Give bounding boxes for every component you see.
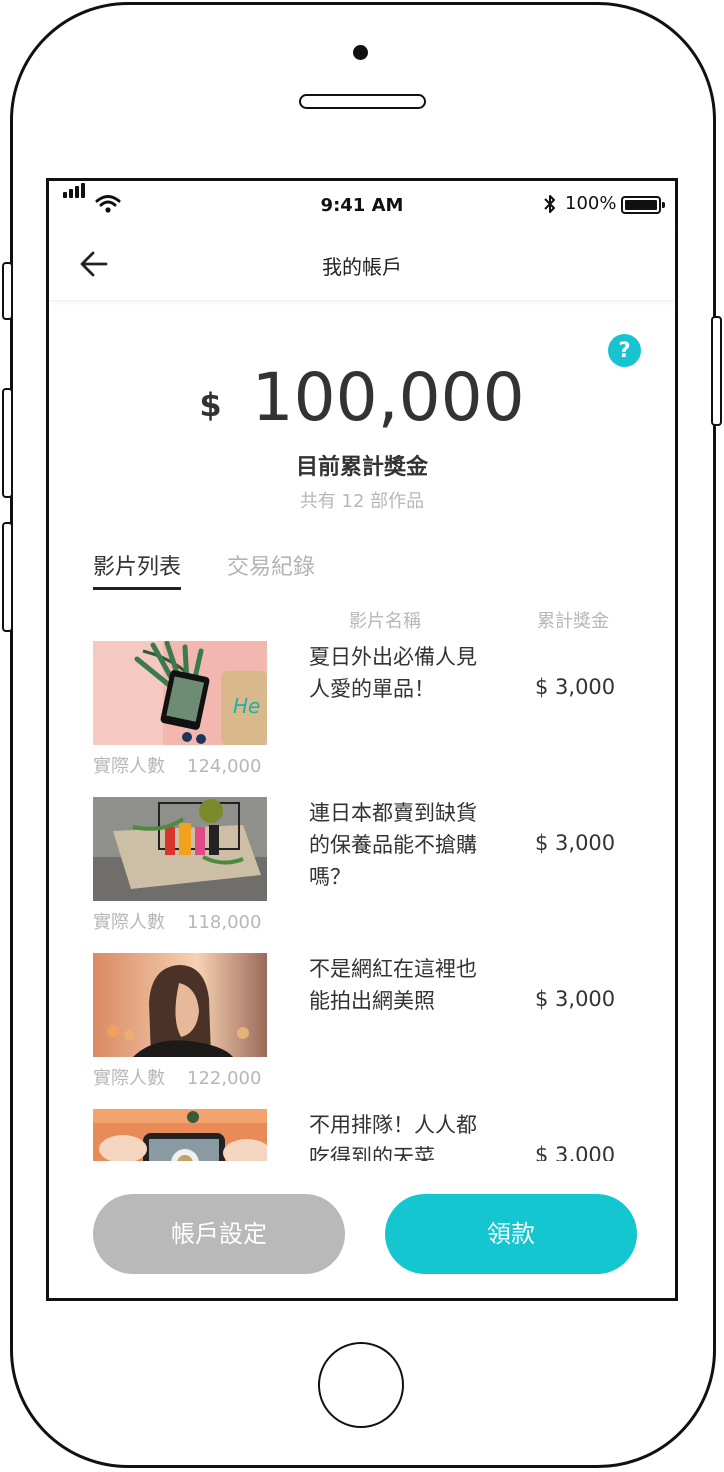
- balance-label: 目前累計獎金: [295, 455, 428, 480]
- battery-tip: [662, 202, 665, 208]
- video-thumbnail[interactable]: He: [93, 641, 267, 745]
- view-count-label: 實際人數: [93, 1068, 165, 1089]
- svg-text:He: He: [233, 694, 260, 718]
- video-title: 不用排隊！人人都吃得到的天菜: [309, 1113, 477, 1161]
- video-bonus: $ 3,000: [535, 987, 616, 1011]
- video-bonus: $ 3,000: [535, 675, 616, 699]
- tab-transactions[interactable]: 交易紀錄: [227, 549, 315, 581]
- volume-down-button: [2, 522, 13, 632]
- volume-up-button: [2, 388, 13, 498]
- status-bar: 9:41 AM 100%: [49, 181, 675, 227]
- video-list: He 實際人數 124,000 夏日外出必備人見人愛的單品！ $ 3,000 實…: [49, 641, 675, 1161]
- video-title: 夏日外出必備人見人愛的單品！: [309, 645, 477, 701]
- front-camera: [353, 45, 368, 60]
- home-button[interactable]: [318, 1342, 404, 1428]
- video-title: 連日本都賣到缺貨的保養品能不搶購嗎？: [309, 801, 477, 889]
- battery-icon: [621, 196, 661, 214]
- view-count-value: 118,000: [187, 912, 262, 933]
- video-bonus: $ 3,000: [535, 1143, 616, 1161]
- withdraw-button[interactable]: 領款: [385, 1194, 637, 1274]
- bluetooth-icon: [544, 195, 555, 213]
- view-count: 實際人數 118,000: [93, 908, 261, 934]
- video-thumbnail[interactable]: [93, 797, 267, 901]
- navigation-bar: 我的帳戶: [49, 227, 675, 301]
- column-header-name: 影片名稱: [349, 611, 421, 632]
- mute-switch: [2, 262, 13, 320]
- view-count-label: 實際人數: [93, 912, 165, 933]
- currency-symbol: $: [199, 386, 222, 424]
- tab-video-list[interactable]: 影片列表: [93, 549, 182, 590]
- list-item[interactable]: He 實際人數 124,000 夏日外出必備人見人愛的單品！ $ 3,000: [49, 641, 675, 797]
- view-count-value: 122,000: [187, 1068, 262, 1089]
- video-thumbnail[interactable]: [93, 1109, 267, 1161]
- list-item[interactable]: 不用排隊！人人都吃得到的天菜 $ 3,000: [49, 1109, 675, 1161]
- view-count: 實際人數 122,000: [93, 1064, 261, 1090]
- balance-display: $100,000: [49, 359, 675, 436]
- list-item[interactable]: 實際人數 122,000 不是網紅在這裡也能拍出網美照 $ 3,000: [49, 953, 675, 1109]
- power-button: [711, 316, 722, 426]
- video-title: 不是網紅在這裡也能拍出網美照: [309, 957, 477, 1013]
- video-thumbnail[interactable]: [93, 953, 267, 1057]
- balance-amount: 100,000: [251, 359, 525, 436]
- view-count-label: 實際人數: [93, 756, 165, 777]
- view-count-value: 124,000: [187, 756, 262, 777]
- video-bonus: $ 3,000: [535, 831, 616, 855]
- earpiece-speaker: [299, 94, 426, 109]
- page-title: 我的帳戶: [322, 255, 402, 279]
- account-settings-button[interactable]: 帳戶設定: [93, 1194, 345, 1274]
- view-count: 實際人數 124,000: [93, 752, 261, 778]
- list-item[interactable]: 實際人數 118,000 連日本都賣到缺貨的保養品能不搶購嗎？ $ 3,000: [49, 797, 675, 953]
- battery-percentage: 100%: [565, 193, 617, 214]
- column-header-bonus: 累計獎金: [537, 611, 609, 632]
- app-screen: 9:41 AM 100% 我的帳戶 ? $100,000 目前累計獎金 共有 1…: [46, 178, 678, 1301]
- works-count: 共有 12 部作品: [299, 491, 425, 512]
